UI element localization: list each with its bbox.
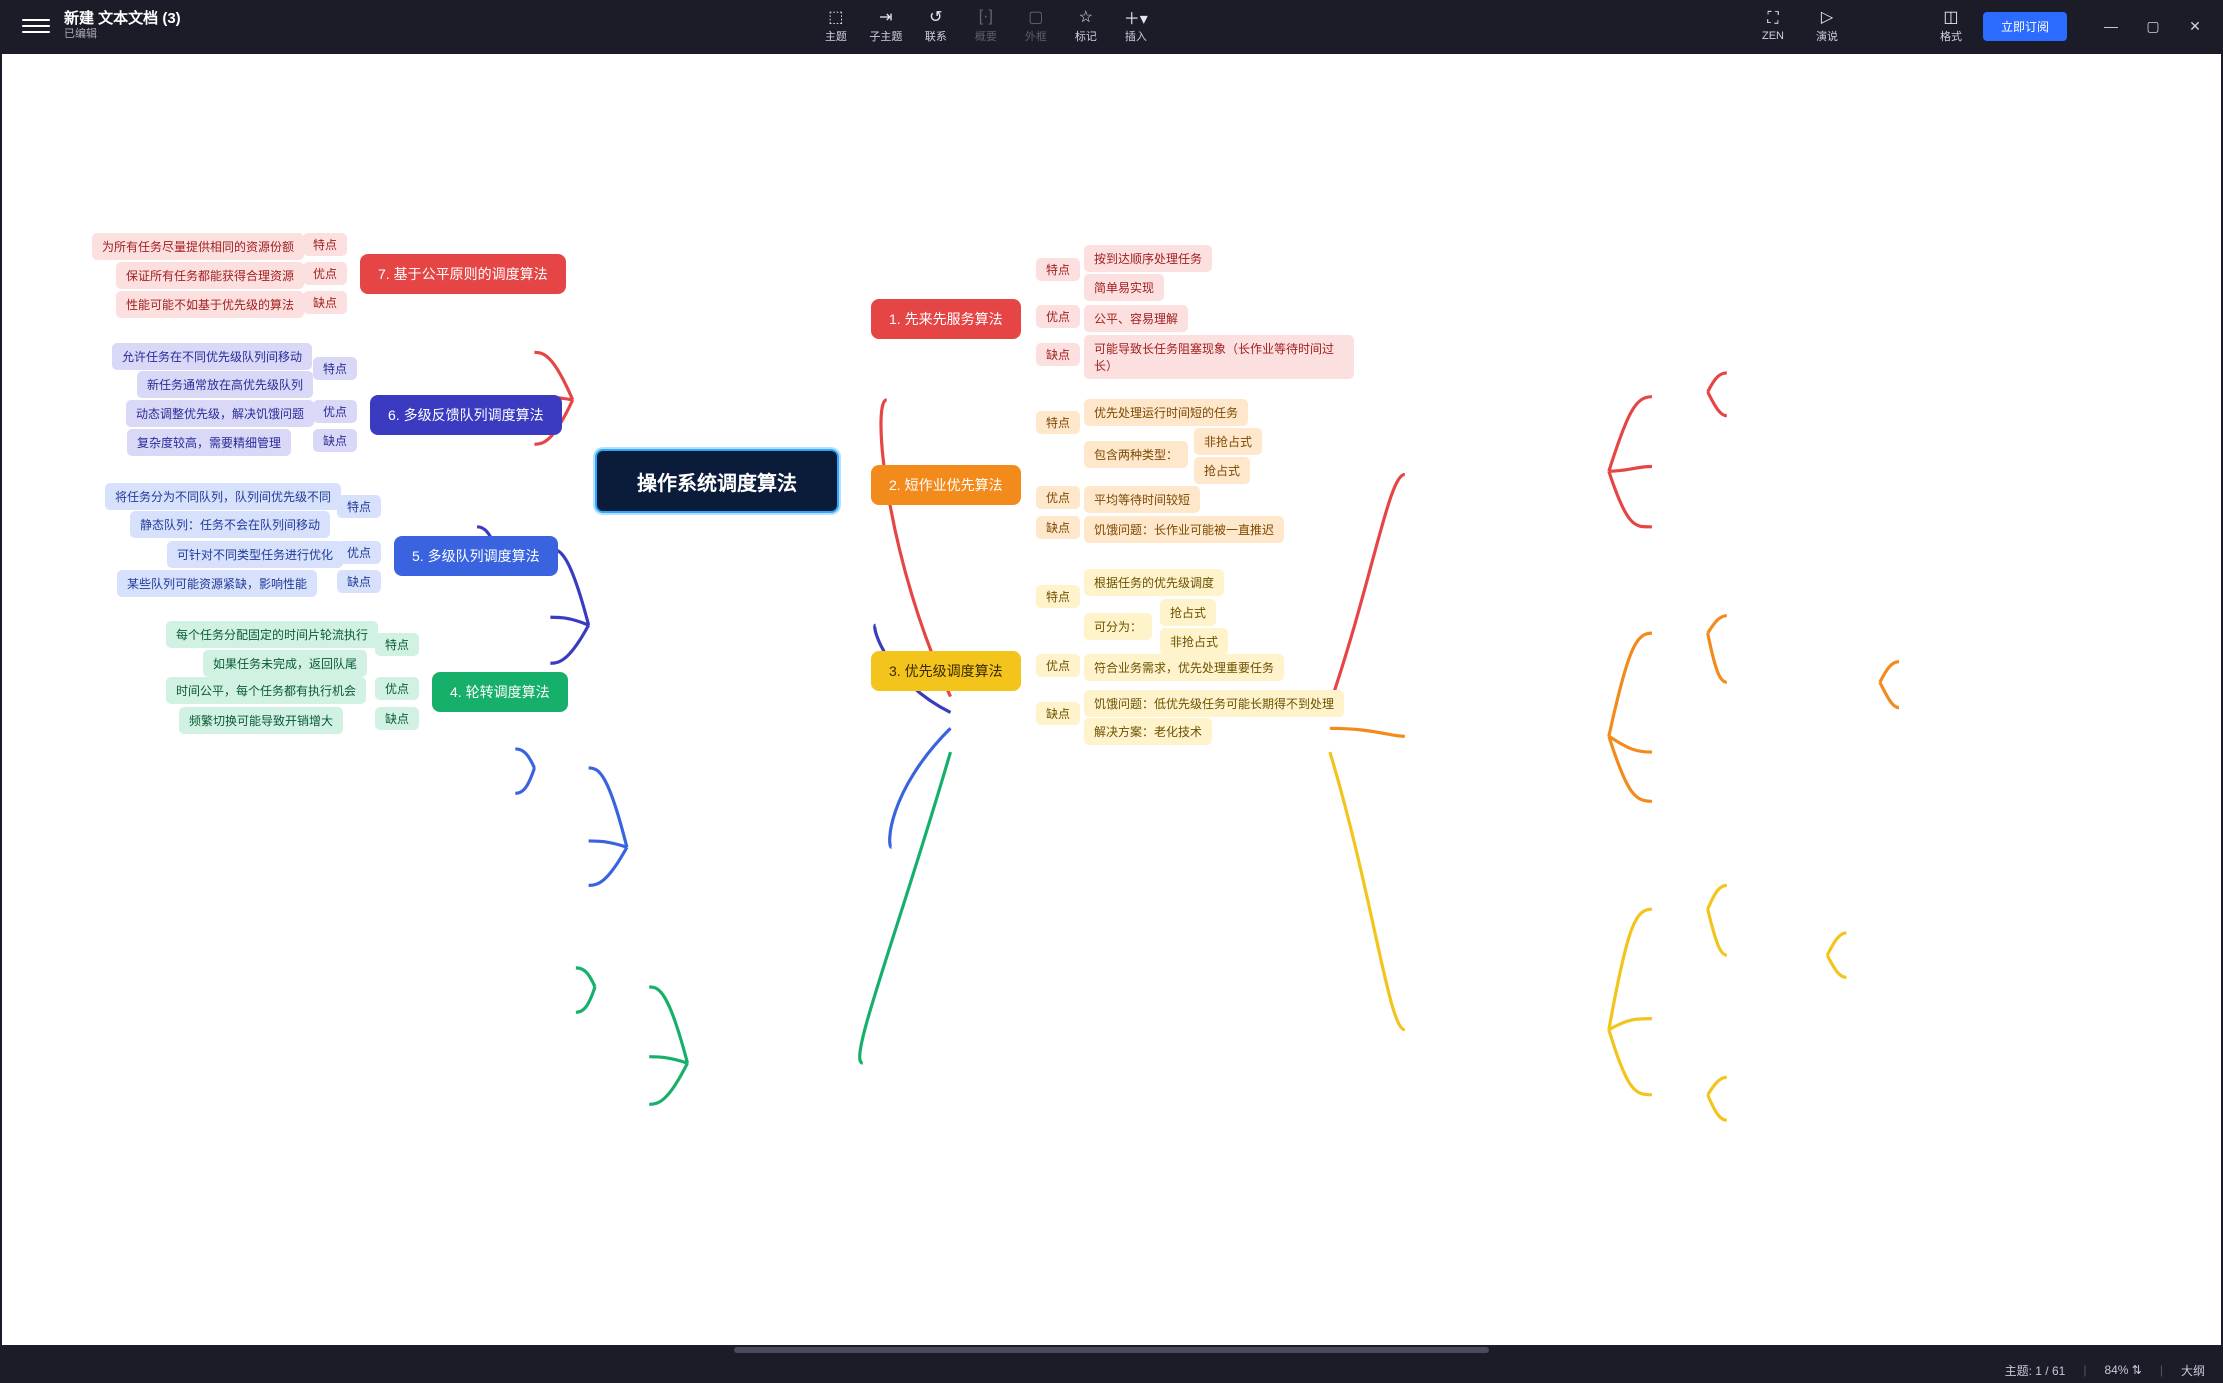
present-icon: ▷ [1821, 8, 1833, 26]
b5-p1[interactable]: 可针对不同类型任务进行优化 [167, 541, 343, 568]
topic-count: 主题: 1 / 61 [2005, 1362, 2066, 1379]
b4-f2[interactable]: 如果任务未完成，返回队尾 [203, 650, 367, 677]
b7-p1[interactable]: 保证所有任务都能获得合理资源 [116, 262, 304, 289]
b3-p1[interactable]: 符合业务需求，优先处理重要任务 [1084, 654, 1284, 681]
b4-f1[interactable]: 每个任务分配固定的时间片轮流执行 [166, 621, 378, 648]
central-topic[interactable]: 操作系统调度算法 [595, 449, 839, 513]
branch-4[interactable]: 4. 轮转调度算法 [432, 672, 568, 712]
b5-pro[interactable]: 优点 [337, 541, 381, 564]
b6-c1[interactable]: 复杂度较高，需要精细管理 [127, 429, 291, 456]
summary-button: [·]概要 [964, 4, 1008, 48]
b2-pro[interactable]: 优点 [1036, 486, 1080, 509]
branch-2[interactable]: 2. 短作业优先算法 [871, 465, 1021, 505]
window-maximize[interactable]: ▢ [2133, 12, 2173, 40]
boundary-button: ▢外框 [1014, 4, 1058, 48]
titlebar: 新建 文本文档 (3) 已编辑 ⬚主题 ⇥子主题 ↺联系 [·]概要 ▢外框 ☆… [0, 0, 2223, 52]
relation-button[interactable]: ↺联系 [914, 4, 958, 48]
b3-feature[interactable]: 特点 [1036, 585, 1080, 608]
insert-icon: ＋▾ [1124, 8, 1148, 26]
b3-f2a[interactable]: 抢占式 [1160, 599, 1216, 626]
b5-c1[interactable]: 某些队列可能资源紧缺，影响性能 [117, 570, 317, 597]
b1-feature[interactable]: 特点 [1036, 258, 1080, 281]
b2-f1[interactable]: 优先处理运行时间短的任务 [1084, 399, 1248, 426]
b1-con[interactable]: 缺点 [1036, 343, 1080, 366]
boundary-icon: ▢ [1028, 8, 1043, 26]
format-button[interactable]: ◫格式 [1929, 4, 1973, 48]
window-minimize[interactable]: — [2091, 12, 2131, 40]
zoom-level[interactable]: 84% ⇅ [2104, 1363, 2141, 1377]
b7-pro[interactable]: 优点 [303, 262, 347, 285]
branch-1[interactable]: 1. 先来先服务算法 [871, 299, 1021, 339]
canvas[interactable]: 操作系统调度算法 1. 先来先服务算法 特点 优点 缺点 按到达顺序处理任务 简… [2, 54, 2221, 1355]
b3-f2[interactable]: 可分为： [1084, 613, 1152, 640]
b2-feature[interactable]: 特点 [1036, 411, 1080, 434]
b6-feature[interactable]: 特点 [313, 357, 357, 380]
branch-5[interactable]: 5. 多级队列调度算法 [394, 536, 558, 576]
marker-button[interactable]: ☆标记 [1064, 4, 1108, 48]
format-icon: ◫ [1943, 8, 1958, 26]
b2-f2b[interactable]: 抢占式 [1194, 457, 1250, 484]
b3-f1[interactable]: 根据任务的优先级调度 [1084, 569, 1224, 596]
b1-p1[interactable]: 公平、容易理解 [1084, 305, 1188, 332]
document-title: 新建 文本文档 (3) 已编辑 [64, 10, 181, 41]
b3-c1[interactable]: 饥饿问题：低优先级任务可能长期得不到处理 [1084, 690, 1344, 717]
b1-c1[interactable]: 可能导致长任务阻塞现象（长作业等待时间过长） [1084, 335, 1354, 379]
toolbar-center: ⬚主题 ⇥子主题 ↺联系 [·]概要 ▢外框 ☆标记 ＋▾插入 [221, 4, 1751, 48]
insert-button[interactable]: ＋▾插入 [1114, 4, 1158, 48]
b7-f1[interactable]: 为所有任务尽量提供相同的资源份额 [92, 233, 304, 260]
b3-pro[interactable]: 优点 [1036, 654, 1080, 677]
present-button[interactable]: ▷演说 [1805, 4, 1849, 48]
subscribe-button[interactable]: 立即订阅 [1983, 12, 2067, 41]
b4-c1[interactable]: 频繁切换可能导致开销增大 [179, 707, 343, 734]
subtopic-icon: ⇥ [879, 8, 892, 26]
file-state: 已编辑 [64, 28, 181, 41]
b5-con[interactable]: 缺点 [337, 570, 381, 593]
b7-con[interactable]: 缺点 [303, 291, 347, 314]
marker-icon: ☆ [1079, 8, 1093, 26]
b3-con[interactable]: 缺点 [1036, 702, 1080, 725]
zen-button[interactable]: ⛶ZEN [1751, 4, 1795, 48]
summary-icon: [·] [979, 8, 993, 26]
topic-button[interactable]: ⬚主题 [814, 4, 858, 48]
zen-icon: ⛶ [1767, 10, 1778, 28]
b1-f2[interactable]: 简单易实现 [1084, 274, 1164, 301]
b4-con[interactable]: 缺点 [375, 707, 419, 730]
toolbar-right: ⛶ZEN ▷演说 ◫格式 立即订阅 — ▢ ✕ [1751, 4, 2215, 48]
b4-feature[interactable]: 特点 [375, 633, 419, 656]
subtopic-button[interactable]: ⇥子主题 [864, 4, 908, 48]
b2-con[interactable]: 缺点 [1036, 516, 1080, 539]
outline-toggle[interactable]: 大纲 [2181, 1362, 2205, 1379]
b1-f1[interactable]: 按到达顺序处理任务 [1084, 245, 1212, 272]
b4-pro[interactable]: 优点 [375, 677, 419, 700]
b6-con[interactable]: 缺点 [313, 429, 357, 452]
b2-c1[interactable]: 饥饿问题：长作业可能被一直推迟 [1084, 516, 1284, 543]
b5-f2[interactable]: 静态队列：任务不会在队列间移动 [130, 511, 330, 538]
status-bar: 主题: 1 / 61 | 84% ⇅ | 大纲 [0, 1357, 2223, 1383]
branch-6[interactable]: 6. 多级反馈队列调度算法 [370, 395, 562, 435]
b3-c2[interactable]: 解决方案：老化技术 [1084, 718, 1212, 745]
relation-icon: ↺ [929, 8, 942, 26]
b2-f2[interactable]: 包含两种类型： [1084, 441, 1188, 468]
scroll-thumb[interactable] [734, 1347, 1488, 1353]
b6-p1[interactable]: 动态调整优先级，解决饥饿问题 [126, 400, 314, 427]
b5-f1[interactable]: 将任务分为不同队列，队列间优先级不同 [105, 483, 341, 510]
b2-f2a[interactable]: 非抢占式 [1194, 428, 1262, 455]
b6-pro[interactable]: 优点 [313, 400, 357, 423]
window-close[interactable]: ✕ [2175, 12, 2215, 40]
b6-f2[interactable]: 新任务通常放在高优先级队列 [137, 371, 313, 398]
branch-3[interactable]: 3. 优先级调度算法 [871, 651, 1021, 691]
topic-icon: ⬚ [828, 8, 843, 26]
b1-pro[interactable]: 优点 [1036, 305, 1080, 328]
b4-p1[interactable]: 时间公平，每个任务都有执行机会 [166, 677, 366, 704]
branch-7[interactable]: 7. 基于公平原则的调度算法 [360, 254, 566, 294]
b2-p1[interactable]: 平均等待时间较短 [1084, 486, 1200, 513]
menu-icon[interactable] [22, 12, 50, 40]
b3-f2b[interactable]: 非抢占式 [1160, 628, 1228, 655]
horizontal-scrollbar[interactable] [2, 1345, 2221, 1355]
file-name: 新建 文本文档 (3) [64, 10, 181, 28]
b7-c1[interactable]: 性能可能不如基于优先级的算法 [116, 291, 304, 318]
b7-feature[interactable]: 特点 [303, 233, 347, 256]
b5-feature[interactable]: 特点 [337, 495, 381, 518]
b6-f1[interactable]: 允许任务在不同优先级队列间移动 [112, 343, 312, 370]
